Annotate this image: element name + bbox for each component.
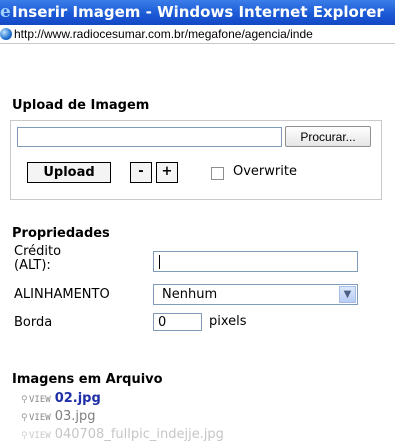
- window-title-bar: e Inserir Imagem - Windows Internet Expl…: [0, 0, 395, 25]
- address-url[interactable]: http://www.radiocesumar.com.br/megafone/…: [14, 25, 313, 43]
- overwrite-label: Overwrite: [233, 164, 297, 179]
- align-select[interactable]: Nenhum ▼: [153, 284, 358, 305]
- archive-section-title: Imagens em Arquivo: [12, 372, 163, 387]
- overwrite-checkbox[interactable]: [211, 167, 224, 180]
- magnifier-icon: ⚲: [21, 431, 28, 441]
- chevron-down-icon[interactable]: ▼: [339, 286, 356, 303]
- border-input[interactable]: 0: [153, 313, 202, 331]
- remove-file-button[interactable]: -: [130, 162, 152, 183]
- list-item[interactable]: ⚲VIEW 040708_fullpic_indejje.jpg: [21, 425, 224, 442]
- list-item[interactable]: ⚲VIEW 03.jpg: [21, 407, 96, 424]
- credit-alt-input[interactable]: [153, 251, 358, 272]
- border-value: 0: [158, 315, 167, 330]
- view-link[interactable]: VIEW: [29, 431, 51, 441]
- add-file-button[interactable]: +: [156, 162, 178, 183]
- align-select-value: Nenhum: [162, 287, 218, 302]
- magnifier-icon: ⚲: [21, 395, 28, 405]
- text-caret: [159, 255, 160, 269]
- file-name[interactable]: 03.jpg: [55, 409, 96, 424]
- ie-logo-icon: e: [0, 2, 11, 22]
- border-unit-label: pixels: [209, 314, 247, 329]
- browse-button[interactable]: Procurar...: [285, 126, 371, 147]
- file-path-input[interactable]: [17, 127, 282, 147]
- magnifier-icon: ⚲: [21, 413, 28, 423]
- upload-button[interactable]: Upload: [27, 162, 111, 183]
- globe-page-icon: [0, 28, 12, 40]
- view-link[interactable]: VIEW: [29, 395, 51, 405]
- upload-section-title: Upload de Imagem: [12, 98, 150, 113]
- view-link[interactable]: VIEW: [29, 413, 51, 423]
- file-name[interactable]: 040708_fullpic_indejje.jpg: [55, 427, 224, 442]
- align-label: ALINHAMENTO: [14, 287, 110, 302]
- credit-label-line2: (ALT):: [14, 258, 51, 273]
- file-name[interactable]: 02.jpg: [55, 391, 101, 406]
- address-bar[interactable]: http://www.radiocesumar.com.br/megafone/…: [0, 25, 395, 44]
- credit-label: Crédito (ALT):: [14, 245, 61, 273]
- list-item[interactable]: ⚲VIEW 02.jpg: [21, 389, 101, 406]
- properties-section-title: Propriedades: [12, 226, 110, 241]
- window-title: Inserir Imagem - Windows Internet Explor…: [12, 3, 384, 21]
- credit-label-line1: Crédito: [14, 244, 62, 259]
- border-label: Borda: [14, 315, 53, 330]
